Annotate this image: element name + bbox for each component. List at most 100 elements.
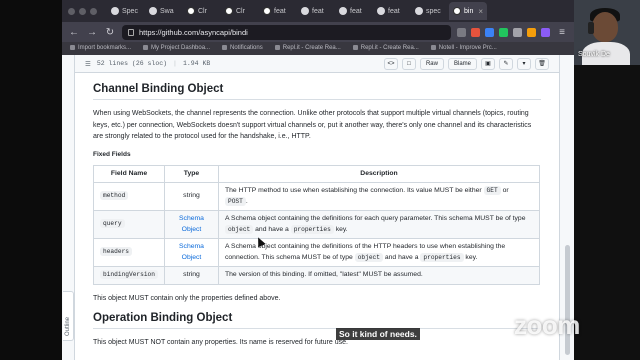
browser-tab[interactable]: feat [373,2,409,20]
description-cell: The HTTP method to use when establishing… [217,182,541,211]
browser-tab[interactable]: Swa [145,2,181,20]
forward-arrow-icon[interactable]: → [86,27,98,38]
bookmark-item[interactable]: Repl.it - Create Rea... [275,45,341,52]
tab-label: bin [464,7,474,15]
browser-tab[interactable]: Spec [107,2,143,20]
edit-pencil-icon[interactable]: ✎ [499,57,513,70]
browser-tab[interactable]: feat [297,2,333,20]
bookmark-item[interactable]: Import bookmarks... [70,45,131,52]
inline-code: POST [224,196,246,206]
trash-icon[interactable]: 🗑 [535,57,549,70]
schema-object-link[interactable]: Schema Object [179,215,204,233]
file-size: 1.94 KB [182,60,211,67]
tab-label: spec [426,7,441,15]
description-text: or [500,187,509,194]
navigation-bar: ← → ↻ https://github.com/asyncapi/bindi … [62,22,574,42]
field-name-cell: bindingVersion [93,266,165,285]
tab-label: Clr [198,7,207,15]
extension-icon[interactable] [485,27,494,37]
field-name-cell: headers [93,238,165,267]
description-text: key. [463,253,478,261]
extension-icon[interactable] [527,27,536,37]
code-view-icon[interactable]: <> [383,57,398,70]
raw-button[interactable]: Raw [419,57,444,70]
field-type: string [183,192,200,200]
browser-tab[interactable]: Clr [221,2,257,20]
schema-object-link[interactable]: Schema Object [179,243,204,261]
table-row: query Schema Object A Schema object contai… [93,210,541,239]
tab-label: Swa [160,7,174,15]
bookmark-item[interactable]: Repl.it - Create Rea... [353,45,419,52]
extension-icon[interactable] [499,27,508,37]
description-cell: A Schema object containing the definitio… [217,238,541,267]
tab-favicon-icon [339,7,347,15]
inline-code: object [224,224,254,234]
table-row: headers Schema Object A Schema object cont… [93,238,541,267]
extension-icon[interactable] [457,27,466,37]
page-viewport: ☰ 52 lines (26 sloc) | 1.94 KB <> □ Raw … [62,55,574,360]
heading-fixed-fields: Fixed Fields [93,150,131,158]
tab-label: Clr [236,7,245,15]
bookmark-item[interactable]: Notell - Improve Prc... [431,45,497,52]
tab-favicon-icon [225,7,233,15]
inline-code: properties [290,224,334,234]
field-name: method [100,191,129,201]
markdown-body: Channel Binding Object When using WebSoc… [75,73,559,349]
zoom-watermark: zoom [514,310,580,340]
outline-tab[interactable]: Outline [63,291,74,341]
file-view: ☰ 52 lines (26 sloc) | 1.94 KB <> □ Raw … [74,55,560,360]
reload-icon[interactable]: ↻ [104,27,116,38]
address-bar[interactable]: https://github.com/asyncapi/bindi [122,24,451,40]
description-text: The HTTP method to use when establishing… [224,187,484,194]
line-count: 52 lines (26 sloc) [96,60,168,67]
tab-favicon-icon [453,7,461,15]
chevron-down-icon[interactable]: ▾ [517,57,531,70]
monitor-icon[interactable]: ▣ [481,57,495,70]
description-text: and have a [253,225,291,233]
description-text: and have a [382,253,421,261]
headset-icon [588,22,594,34]
browser-tab[interactable]: feat [335,2,371,20]
column-header: Type [163,164,219,183]
field-name-cell: method [93,182,165,211]
table-row: bindingVersion string The version of this … [93,266,541,285]
field-type-cell: Schema Object [163,210,219,239]
tab-close-icon[interactable]: × [478,7,483,16]
tab-label: feat [312,7,324,15]
paragraph-intro: When using WebSockets, the channel repre… [93,110,532,140]
bookmark-item[interactable]: My Project Dashboa... [143,45,210,52]
extension-icon[interactable] [471,27,480,37]
field-type: string [183,271,200,278]
description-text: key. [333,225,348,233]
blame-button[interactable]: Blame [447,57,477,70]
field-name: query [100,219,125,229]
zoom-side-panel: Souvik De [574,0,640,360]
file-header: ☰ 52 lines (26 sloc) | 1.94 KB <> □ Raw … [75,55,559,73]
field-name-cell: query [93,210,165,239]
browser-tab[interactable]: spec [411,2,447,20]
participant-name: Souvik De [578,51,610,58]
browser-tab[interactable]: feat [259,2,295,20]
browser-tab[interactable]: bin × [449,2,488,20]
tab-favicon-icon [301,7,309,15]
window-controls[interactable] [68,7,97,15]
file-view-icon[interactable]: □ [401,57,416,70]
bookmarks-bar: Import bookmarks... My Project Dashboa...… [62,42,574,55]
url-text: https://github.com/asyncapi/bindi [139,27,248,37]
field-type-cell: Schema Object [163,238,219,267]
field-name: bindingVersion [100,270,158,279]
heading-channel-binding: Channel Binding Object [93,83,541,100]
back-arrow-icon[interactable]: ← [68,27,80,38]
browser-tab[interactable]: Clr [183,2,219,20]
paragraph-reserved: This object MUST NOT contain any propert… [93,339,348,346]
participant-video[interactable]: Souvik De [574,0,640,65]
menu-icon[interactable]: ≡ [556,27,568,38]
bookmark-item[interactable]: Notifications [222,45,263,52]
extension-icon[interactable] [541,27,550,37]
field-type-cell: string [163,266,219,285]
tab-favicon-icon [149,7,157,15]
browser-window: Spec Swa Clr Clr feat feat feat feat spec bin × ← … [62,0,574,360]
extension-icon[interactable] [513,27,522,37]
lock-icon [128,28,134,36]
tab-label: feat [388,7,400,15]
